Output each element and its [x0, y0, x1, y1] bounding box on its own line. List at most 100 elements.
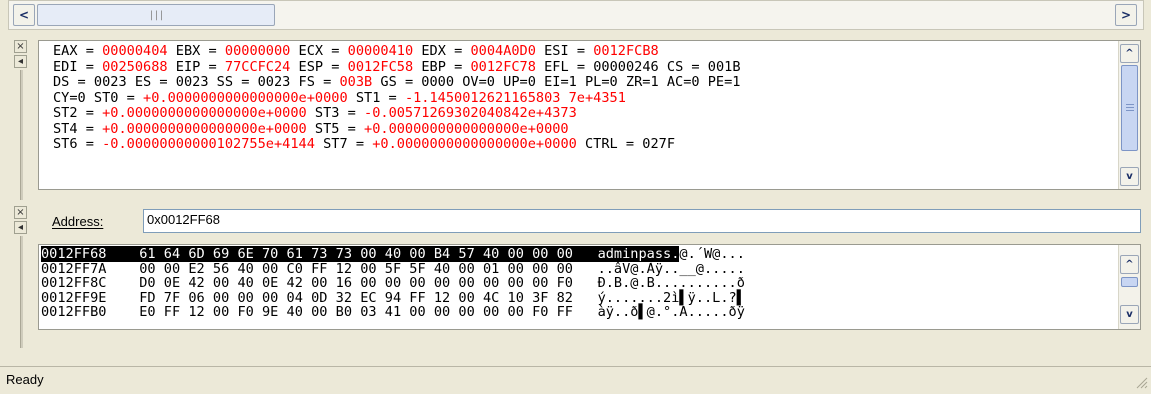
grip-icon: ||| — [148, 9, 164, 21]
register-value: 0004A0D0 — [470, 44, 536, 59]
chevron-right-icon: > — [1120, 8, 1132, 22]
memory-hex: D0 0E 42 00 40 0E 42 00 16 00 00 00 00 0… — [139, 275, 573, 292]
memory-rows: 0012FF68 61 64 6D 69 6E 70 61 73 73 00 4… — [41, 246, 1111, 320]
register-label: EIP = — [167, 58, 225, 75]
chevron-down-icon: v — [1126, 309, 1133, 320]
chevron-up-icon: ^ — [1125, 48, 1134, 59]
memory-address: 0012FF8C — [41, 275, 107, 292]
register-label: EBX = — [167, 44, 225, 59]
pane-arrow-button[interactable]: ◂ — [14, 221, 27, 234]
memory-window: 0012FF68 61 64 6D 69 6E 70 61 73 73 00 4… — [38, 244, 1141, 330]
chevron-left-icon: < — [18, 8, 30, 22]
register-label: GS = 0000 OV=0 UP=0 EI=1 PL=0 ZR=1 AC=0 … — [372, 74, 741, 90]
register-label: ST2 = — [53, 105, 103, 121]
close-pane-button[interactable]: × — [14, 206, 27, 219]
register-value: 00000404 — [102, 44, 168, 59]
register-label: ST5 = — [306, 120, 365, 137]
arrow-left-icon: ◂ — [17, 222, 24, 233]
close-icon: × — [16, 207, 25, 218]
memory-address: 0012FF68 — [41, 246, 107, 262]
scroll-up-button[interactable]: ^ — [1120, 255, 1139, 274]
scroll-left-button[interactable]: < — [13, 4, 35, 26]
memory-row[interactable]: 0012FF7A 00 00 E2 56 40 00 C0 FF 12 00 5… — [41, 260, 1111, 277]
register-line: EAX = 00000404 EBX = 00000000 ECX = 0000… — [53, 44, 1113, 60]
register-label: ECX = — [290, 44, 348, 59]
scroll-right-button[interactable]: > — [1115, 4, 1137, 26]
chevron-up-icon: ^ — [1125, 259, 1134, 270]
memory-vertical-scrollbar[interactable]: ^ v — [1118, 245, 1140, 329]
address-value: 0x0012FF68 — [147, 212, 220, 227]
memory-ascii: adminpass. — [597, 246, 680, 262]
register-value: 00000000 — [224, 44, 291, 59]
register-value: +0.0000000000000000e+0000 — [372, 136, 577, 152]
registers-vertical-scrollbar[interactable]: ^ v — [1118, 41, 1140, 189]
register-line: ST6 = -0.00000000000102755e+4144 ST7 = +… — [53, 136, 1113, 153]
register-line: ST4 = +0.0000000000000000e+0000 ST5 = +0… — [53, 120, 1113, 138]
registers-pane-controls: × ◂ — [14, 40, 27, 200]
vertical-scroll-thumb[interactable] — [1121, 65, 1138, 151]
chevron-down-icon: v — [1126, 171, 1133, 182]
pane-splitter[interactable] — [20, 236, 23, 348]
memory-address: 0012FF7A — [41, 260, 107, 277]
pane-splitter[interactable] — [20, 70, 23, 200]
register-value: 003B — [339, 74, 373, 90]
memory-hex: E0 FF 12 00 F0 9E 40 00 B0 03 41 00 00 0… — [139, 304, 573, 321]
memory-address: 0012FFB0 — [41, 304, 107, 321]
memory-ascii: àÿ..ð▌@.°.A.....ðÿ — [597, 304, 745, 321]
memory-row[interactable]: 0012FF8C D0 0E 42 00 40 0E 42 00 16 00 0… — [41, 276, 1111, 291]
register-value: -0.00000000000102755e+4144 — [102, 136, 315, 152]
register-value: 0012FC58 — [347, 58, 414, 75]
register-label: ST1 = — [347, 89, 405, 106]
status-text: Ready — [6, 372, 44, 387]
address-label: Address: — [52, 214, 104, 229]
register-label: EAX = — [53, 44, 103, 59]
register-value: +0.0000000000000000e+0000 — [364, 120, 569, 137]
scroll-down-button[interactable]: v — [1120, 305, 1139, 324]
registers-text: EAX = 00000404 EBX = 00000000 ECX = 0000… — [53, 44, 1113, 153]
resize-grip-icon[interactable] — [1134, 375, 1148, 389]
registers-window: EAX = 00000404 EBX = 00000000 ECX = 0000… — [38, 40, 1141, 190]
scroll-up-button[interactable]: ^ — [1120, 44, 1139, 63]
register-value: 00250688 — [102, 58, 168, 75]
status-bar: Ready — [0, 366, 1151, 392]
register-line: ST2 = +0.0000000000000000e+0000 ST3 = -0… — [53, 105, 1113, 122]
vertical-scroll-thumb[interactable] — [1121, 277, 1138, 287]
scroll-down-button[interactable]: v — [1120, 167, 1139, 186]
memory-pane-controls: × ◂ — [14, 206, 27, 348]
register-label: EDI = — [53, 58, 103, 75]
register-value: +0.0000000000000000e+0000 — [102, 105, 307, 121]
memory-hex: 61 64 6D 69 6E 70 61 73 73 00 40 00 B4 5… — [139, 246, 573, 262]
register-label: ST4 = — [53, 120, 103, 137]
register-value: 0012FCB8 — [593, 44, 659, 59]
selection-highlight: 0012FF68 61 64 6D 69 6E 70 61 73 73 00 4… — [41, 246, 680, 262]
memory-ascii: ..âV@.Àÿ..__@..... — [597, 260, 745, 277]
pane-arrow-button[interactable]: ◂ — [14, 55, 27, 68]
memory-ascii-rest: @.´W@... — [679, 246, 745, 262]
close-icon: × — [16, 41, 25, 52]
register-label: EFL = 00000246 CS = 001B — [535, 58, 741, 75]
register-label: CY=0 ST0 = — [53, 89, 144, 106]
register-label: ST7 = — [314, 136, 373, 152]
register-label: ESP = — [290, 58, 348, 75]
register-value: -1.1450012621165803 7e+4351 — [404, 89, 626, 106]
memory-row[interactable]: 0012FF68 61 64 6D 69 6E 70 61 73 73 00 4… — [41, 246, 1111, 262]
horizontal-scrollbar[interactable]: < ||| > — [8, 0, 1144, 30]
register-value: 00000410 — [347, 44, 414, 59]
close-pane-button[interactable]: × — [14, 40, 27, 53]
address-input[interactable]: 0x0012FF68 — [143, 209, 1141, 233]
register-label: EBP = — [413, 58, 471, 75]
register-value: 0012FC78 — [470, 58, 536, 75]
memory-ascii: Ð.B.@.B..........ð — [597, 275, 745, 292]
register-value: +0.0000000000000000e+0000 — [102, 120, 307, 137]
arrow-left-icon: ◂ — [17, 56, 24, 67]
register-value: +0.0000000000000000e+0000 — [143, 89, 348, 106]
memory-hex: 00 00 E2 56 40 00 C0 FF 12 00 5F 5F 40 0… — [139, 260, 573, 277]
memory-row[interactable]: 0012FFB0 E0 FF 12 00 F0 9E 40 00 B0 03 4… — [41, 305, 1111, 320]
register-value: -0.00571269302040842e+4373 — [364, 105, 577, 121]
register-line: CY=0 ST0 = +0.0000000000000000e+0000 ST1… — [53, 89, 1113, 107]
horizontal-scroll-thumb[interactable]: ||| — [37, 4, 275, 26]
register-value: 77CCFC24 — [224, 58, 291, 75]
register-label: ST6 = — [53, 136, 103, 152]
register-label: DS = 0023 ES = 0023 SS = 0023 FS = — [53, 74, 340, 90]
register-label: ESI = — [535, 44, 594, 59]
